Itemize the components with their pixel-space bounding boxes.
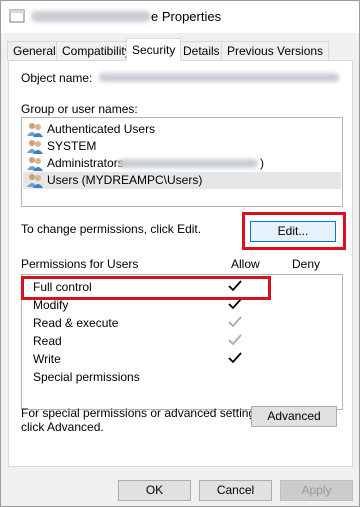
tab-details[interactable]: Details [177,41,226,61]
advanced-button[interactable]: Advanced [251,406,337,427]
tab-compatibility[interactable]: Compatibility [56,41,137,61]
permission-label: Read [33,334,62,348]
permissions-label: Permissions for Users [21,257,139,271]
user-listbox[interactable]: Authenticated Users SYSTEM Administrator… [21,117,343,207]
table-row: Special permissions [22,369,342,387]
tab-previous-versions[interactable]: Previous Versions [221,41,330,61]
user-label: Users (MYDREAMPC\Users) [47,173,203,187]
blurred-domain [118,159,258,168]
dialog-footer: OK Cancel Apply [1,468,359,506]
checkmark-icon [228,352,242,364]
permission-label: Full control [33,280,92,294]
advanced-help-line-1: For special permissions or advanced sett… [21,406,265,420]
table-row: Full control [22,279,342,297]
permission-label: Modify [33,298,69,312]
permission-label: Special permissions [33,370,140,384]
object-name-value [99,73,339,82]
users-group-icon [27,173,43,188]
checkmark-icon [228,298,242,310]
ok-button[interactable]: OK [118,480,191,501]
folder-file-icon [9,9,25,23]
checkmark-inherited-icon [228,316,242,328]
table-row: Write [22,351,342,369]
permissions-list: Full control Modify Read & execute Read … [21,274,343,410]
table-row: Modify [22,297,342,315]
title-bar[interactable]: e Properties [1,1,359,33]
edit-button[interactable]: Edit... [250,221,336,242]
allow-header: Allow [231,257,260,271]
group-label: Group or user names: [21,102,138,116]
advanced-help-line-2: click Advanced. [21,420,104,434]
table-row: Read [22,333,342,351]
users-group-icon [27,122,43,137]
checkmark-inherited-icon [228,334,242,346]
security-panel: Object name: Group or user names: Authen… [8,60,353,467]
table-row: Read & execute [22,315,342,333]
tab-general[interactable]: General [7,41,62,61]
cancel-button[interactable]: Cancel [199,480,272,501]
properties-dialog: e Properties General Compatibility Secur… [0,0,360,507]
permission-label: Read & execute [33,316,119,330]
title-blurred-text [31,11,151,22]
users-group-icon [27,139,43,154]
user-label: Authenticated Users [47,122,156,136]
users-group-icon [27,156,43,171]
list-item[interactable]: Authenticated Users [23,121,341,138]
window-title: e Properties [151,9,222,24]
deny-header: Deny [292,257,321,271]
list-item[interactable]: Users (MYDREAMPC\Users) [23,172,341,189]
tab-security[interactable]: Security [126,38,182,61]
permission-label: Write [33,352,61,366]
user-label: Administrators [47,156,124,170]
change-permissions-text: To change permissions, click Edit. [21,222,202,236]
list-item[interactable]: SYSTEM [23,138,341,155]
user-label: SYSTEM [47,139,97,153]
apply-button[interactable]: Apply [280,480,353,501]
list-item[interactable]: Administrators ) [23,155,341,172]
user-label-suffix: ) [260,156,264,170]
object-name-label: Object name: [21,71,93,85]
checkmark-icon [228,280,242,292]
